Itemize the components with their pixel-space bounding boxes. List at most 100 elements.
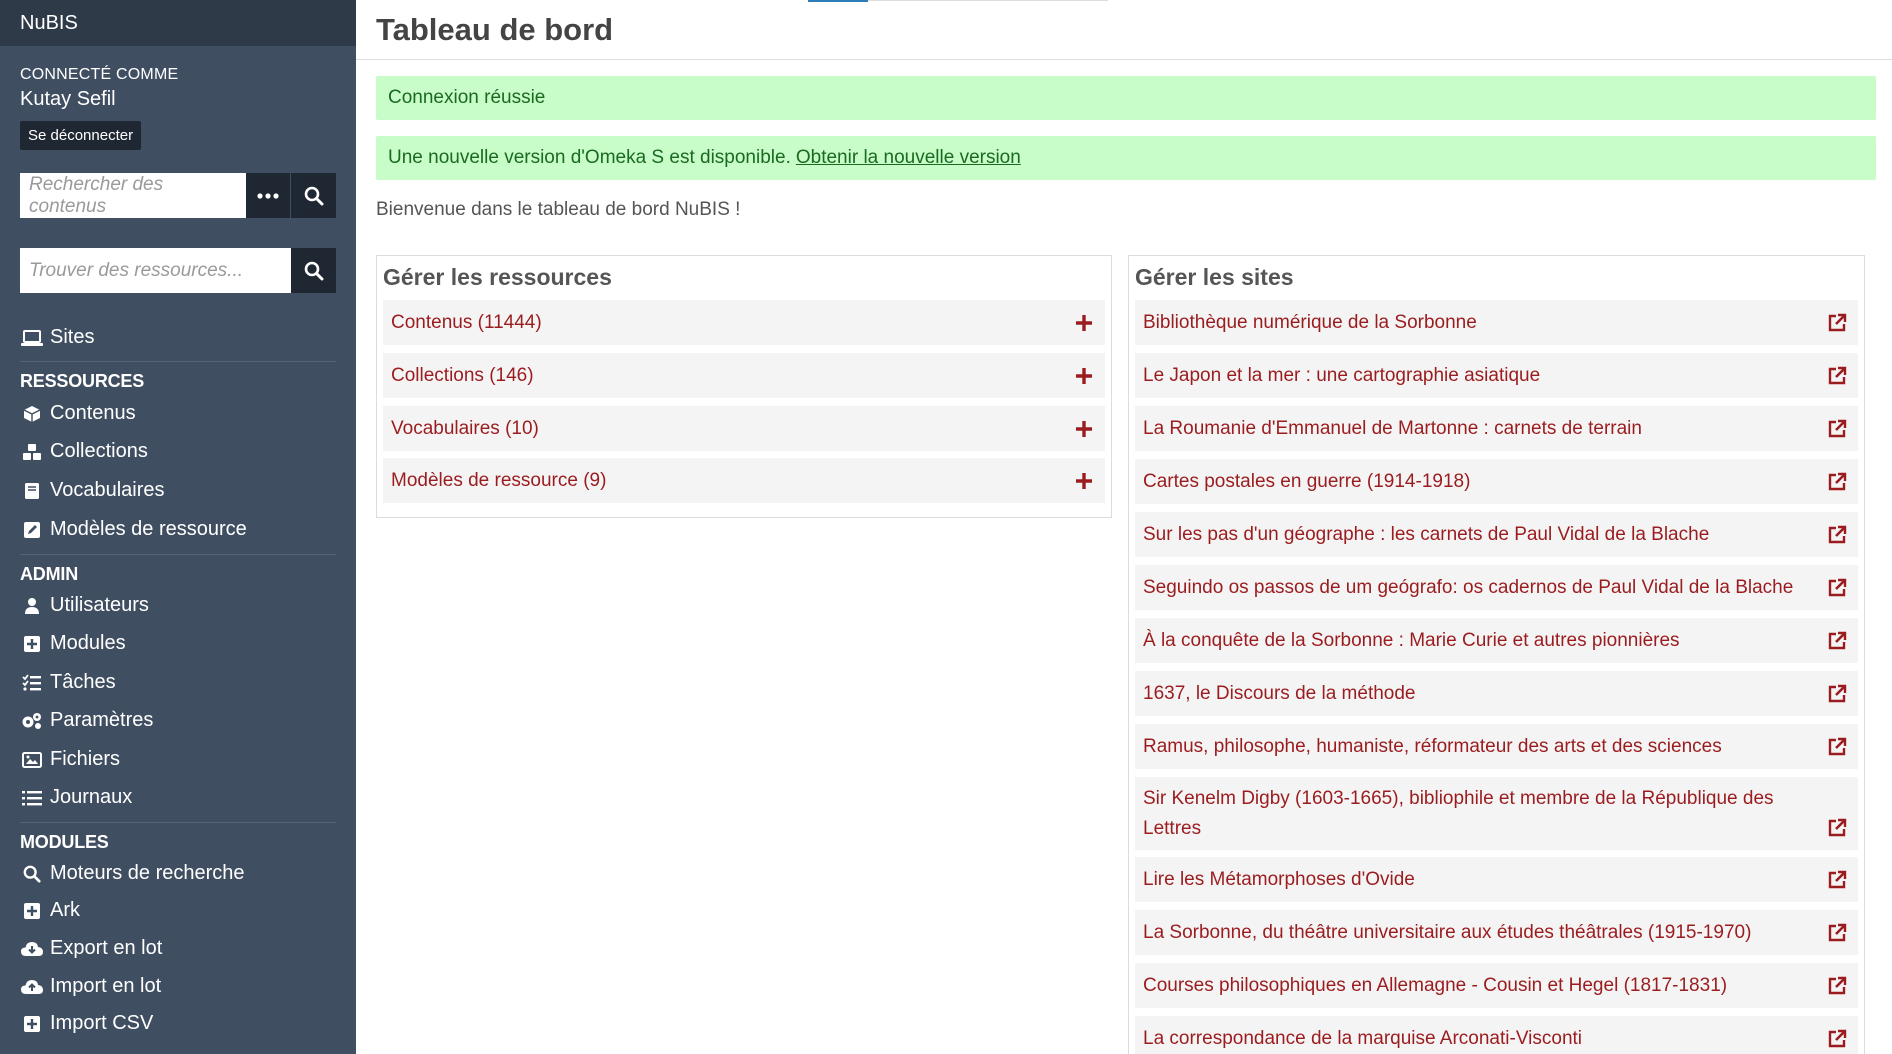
cubes-icon (20, 441, 44, 463)
site-link[interactable]: Bibliothèque numérique de la Sorbonne (1143, 308, 1816, 338)
site-link[interactable]: Sur les pas d'un géographe : les carnets… (1143, 520, 1816, 550)
resources-panel-title: Gérer les ressources (383, 264, 612, 290)
sidebar-item-collections[interactable]: Collections (20, 440, 148, 463)
laptop-icon (20, 327, 44, 349)
sidebar-item-search-engines[interactable]: Moteurs de recherche (20, 862, 245, 885)
resource-row-label[interactable]: Vocabulaires (10) (391, 414, 1063, 444)
site-row[interactable]: Bibliothèque numérique de la Sorbonne (1135, 300, 1858, 345)
site-row[interactable]: La Sorbonne, du théâtre universitaire au… (1135, 910, 1858, 955)
brand-title[interactable]: NuBIS (0, 0, 356, 46)
update-link[interactable]: Obtenir la nouvelle version (796, 147, 1021, 169)
sidebar-item-label: Modèles de ressource (50, 518, 247, 540)
site-row[interactable]: Courses philosophiques en Allemagne - Co… (1135, 963, 1858, 1008)
resource-row-vocabularies[interactable]: Vocabulaires (10) (383, 406, 1105, 451)
content-search-button[interactable] (291, 173, 336, 218)
site-row[interactable]: Seguindo os passos de um geógrafo: os ca… (1135, 565, 1858, 610)
site-row[interactable]: Le Japon et la mer : une cartographie as… (1135, 353, 1858, 398)
external-link-icon[interactable] (1816, 671, 1858, 716)
sidebar-item-resource-templates[interactable]: Modèles de ressource (20, 518, 247, 541)
sidebar-item-label: Utilisateurs (50, 594, 149, 616)
external-link-icon[interactable] (1816, 459, 1858, 504)
site-link[interactable]: Le Japon et la mer : une cartographie as… (1143, 361, 1816, 391)
resource-search: Trouver des ressources... (20, 248, 336, 293)
site-link[interactable]: La correspondance de la marquise Arconat… (1143, 1024, 1816, 1054)
sidebar-item-bulk-import[interactable]: Import en lot (20, 975, 161, 998)
site-link[interactable]: La Roumanie d'Emmanuel de Martonne : car… (1143, 414, 1816, 444)
user-name[interactable]: Kutay Sefil (20, 88, 116, 111)
external-link-icon[interactable] (1816, 406, 1858, 451)
sidebar-item-assets[interactable]: Fichiers (20, 748, 120, 771)
site-row[interactable]: Sur les pas d'un géographe : les carnets… (1135, 512, 1858, 557)
sidebar-item-users[interactable]: Utilisateurs (20, 594, 149, 617)
modules-heading: MODULES (20, 832, 109, 852)
site-link[interactable]: Cartes postales en guerre (1914-1918) (1143, 467, 1816, 497)
sidebar-item-logs[interactable]: Journaux (20, 786, 132, 809)
add-icon[interactable] (1063, 472, 1105, 490)
sites-panel: Gérer les sites Bibliothèque numérique d… (1128, 255, 1865, 1054)
sidebar-item-ark[interactable]: Ark (20, 899, 80, 922)
sidebar-item-jobs[interactable]: Tâches (20, 671, 116, 694)
site-link[interactable]: Lire les Métamorphoses d'Ovide (1143, 865, 1816, 895)
external-link-icon[interactable] (1816, 963, 1858, 1008)
sidebar-item-label: Export en lot (50, 937, 163, 959)
external-link-icon[interactable] (1816, 512, 1858, 557)
divider (20, 361, 336, 362)
sidebar-item-items[interactable]: Contenus (20, 402, 136, 425)
site-link[interactable]: Ramus, philosophe, humaniste, réformateu… (1143, 732, 1816, 762)
add-icon[interactable] (1063, 420, 1105, 438)
resource-row-label[interactable]: Collections (146) (391, 361, 1063, 391)
site-link[interactable]: Seguindo os passos de um geógrafo: os ca… (1143, 573, 1816, 603)
external-link-icon[interactable] (1816, 618, 1858, 663)
sidebar-item-bulk-export[interactable]: Export en lot (20, 937, 162, 960)
logged-in-label: CONNECTÉ COMME (20, 66, 179, 83)
external-link-icon[interactable] (1816, 805, 1858, 850)
resource-row-resource-templates[interactable]: Modèles de ressource (9) (383, 458, 1105, 503)
site-row[interactable]: Cartes postales en guerre (1914-1918) (1135, 459, 1858, 504)
page-title: Tableau de bord (376, 12, 614, 47)
welcome-text: Bienvenue dans le tableau de bord NuBIS … (376, 199, 741, 220)
resource-row-label[interactable]: Contenus (11444) (391, 308, 1063, 338)
resource-row-collections[interactable]: Collections (146) (383, 353, 1105, 398)
advanced-search-button[interactable] (246, 173, 291, 218)
success-message-text: Connexion réussie (388, 87, 546, 108)
sidebar-item-label: Journaux (50, 786, 133, 808)
resource-row-label[interactable]: Modèles de ressource (9) (391, 466, 1063, 496)
sidebar-item-modules[interactable]: Modules (20, 632, 126, 655)
site-row[interactable]: La Roumanie d'Emmanuel de Martonne : car… (1135, 406, 1858, 451)
resources-heading: RESSOURCES (20, 371, 145, 391)
site-row[interactable]: La correspondance de la marquise Arconat… (1135, 1016, 1858, 1054)
sidebar-item-csv-import[interactable]: Import CSV (20, 1012, 153, 1035)
sidebar-item-settings[interactable]: Paramètres (20, 709, 153, 732)
sidebar-item-vocabularies[interactable]: Vocabulaires (20, 479, 165, 502)
content-search-input[interactable]: Rechercher des contenus (20, 173, 246, 218)
add-icon[interactable] (1063, 367, 1105, 385)
external-link-icon[interactable] (1816, 724, 1858, 769)
external-link-icon[interactable] (1816, 565, 1858, 610)
site-link[interactable]: Courses philosophiques en Allemagne - Co… (1143, 971, 1816, 1001)
site-link[interactable]: 1637, le Discours de la méthode (1143, 679, 1816, 709)
external-link-icon[interactable] (1816, 300, 1858, 345)
external-link-icon[interactable] (1816, 910, 1858, 955)
site-link[interactable]: La Sorbonne, du théâtre universitaire au… (1143, 918, 1816, 948)
update-message-text: Une nouvelle version d'Omeka S est dispo… (388, 147, 791, 168)
resource-row-items[interactable]: Contenus (11444) (383, 300, 1105, 345)
external-link-icon[interactable] (1816, 353, 1858, 398)
resource-search-button[interactable] (291, 248, 336, 293)
site-row[interactable]: À la conquête de la Sorbonne : Marie Cur… (1135, 618, 1858, 663)
external-link-icon[interactable] (1816, 857, 1858, 902)
resource-search-input[interactable]: Trouver des ressources... (20, 248, 291, 293)
sidebar-item-sites[interactable]: Sites (20, 326, 94, 349)
add-icon[interactable] (1063, 314, 1105, 332)
site-row[interactable]: Sir Kenelm Digby (1603-1665), bibliophil… (1135, 777, 1858, 850)
site-row[interactable]: 1637, le Discours de la méthode (1135, 671, 1858, 716)
external-link-icon[interactable] (1816, 1016, 1858, 1054)
image-icon (20, 749, 44, 771)
logout-button[interactable]: Se déconnecter (20, 121, 142, 150)
divider (20, 822, 336, 823)
cogs-icon (20, 710, 44, 732)
site-link[interactable]: Sir Kenelm Digby (1603-1665), bibliophil… (1143, 784, 1816, 844)
site-link[interactable]: À la conquête de la Sorbonne : Marie Cur… (1143, 626, 1816, 656)
site-row[interactable]: Ramus, philosophe, humaniste, réformateu… (1135, 724, 1858, 769)
site-row[interactable]: Lire les Métamorphoses d'Ovide (1135, 857, 1858, 902)
plus-square-icon (20, 1013, 44, 1035)
